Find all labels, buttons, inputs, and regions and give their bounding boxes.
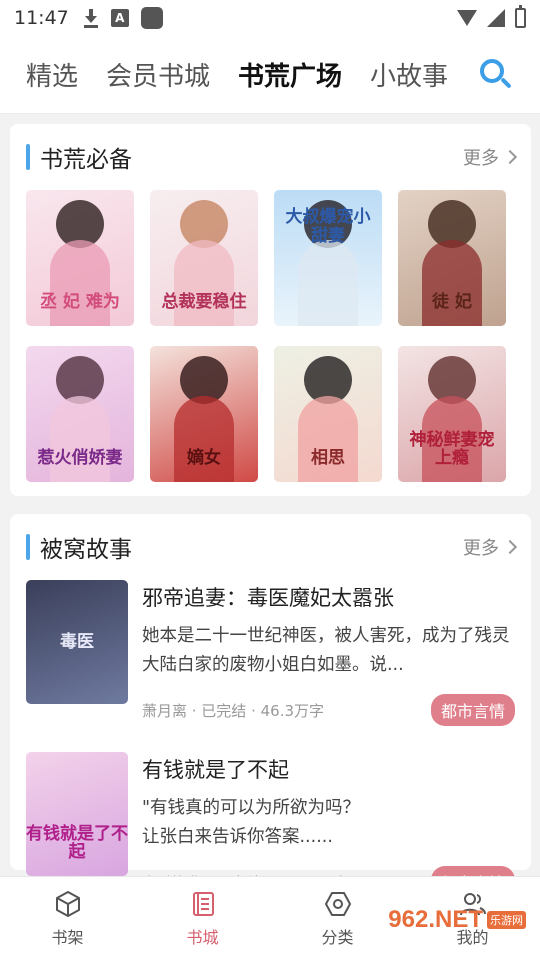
book-cover[interactable]: 大叔爆宠小甜妻 <box>274 190 382 326</box>
chevron-right-icon <box>502 539 518 555</box>
more-button[interactable]: 更多 <box>463 144 518 170</box>
tab-featured[interactable]: 精选 <box>26 56 78 93</box>
genre-tag[interactable]: 都市言情 <box>430 694 515 726</box>
cube-icon <box>55 890 80 917</box>
tab-short-stories[interactable]: 小故事 <box>370 56 448 93</box>
top-tab-bar: 精选 会员书城 书荒广场 小故事 <box>0 36 540 114</box>
cover-title: 惹火俏娇妻 <box>37 448 123 469</box>
book-cover[interactable]: 毒医 <box>26 580 128 704</box>
cover-title: 嫡女 <box>187 448 221 469</box>
a-icon: A <box>110 9 129 27</box>
chevron-right-icon <box>502 149 518 165</box>
cover-title: 毒医 <box>60 631 94 652</box>
book-cover[interactable]: 丞 妃 难为 <box>26 190 134 326</box>
cover-title: 丞 妃 难为 <box>40 292 120 313</box>
title-marker <box>26 144 30 170</box>
book-cover[interactable]: 惹火俏娇妻 <box>26 346 134 482</box>
search-icon[interactable] <box>478 57 514 93</box>
download-icon <box>83 8 99 28</box>
cover-title: 神秘鲜妻宠上瘾 <box>409 429 495 469</box>
wifi-icon <box>457 10 477 26</box>
cover-title: 有钱就是了不起 <box>26 823 128 863</box>
list-item[interactable]: 毒医 邪帝追妻：毒医魔妃太嚣张 她本是二十一世纪神医，被人害死，成为了残灵大陆白… <box>10 580 531 726</box>
book-title: 有钱就是了不起 <box>142 758 289 782</box>
tab-member-store[interactable]: 会员书城 <box>106 56 210 93</box>
book-cover[interactable]: 神秘鲜妻宠上瘾 <box>398 346 506 482</box>
nav-bookshelf[interactable]: 书架 <box>0 877 135 960</box>
battery-icon <box>515 5 526 28</box>
more-button[interactable]: 更多 <box>463 534 518 560</box>
cover-title: 总裁要稳住 <box>161 292 247 313</box>
book-cover[interactable]: 徒 妃 <box>398 190 506 326</box>
book-description: 她本是二十一世纪神医，被人害死，成为了残灵大陆白家的废物小姐白如墨。说... <box>142 626 510 675</box>
title-marker <box>26 534 30 560</box>
book-cover[interactable]: 相思 <box>274 346 382 482</box>
status-time: 11:47 <box>14 7 69 29</box>
nav-label: 分类 <box>321 927 354 947</box>
site-watermark: 962.NET 乐游网 <box>388 906 526 934</box>
book-list-icon <box>192 891 214 916</box>
nav-category[interactable]: 分类 <box>270 877 405 960</box>
cover-title: 相思 <box>311 448 345 469</box>
watermark-sub: 乐游网 <box>487 911 526 929</box>
square-app-icon <box>140 7 163 29</box>
section-title: 被窝故事 <box>40 537 132 563</box>
book-title: 邪帝追妻：毒医魔妃太嚣张 <box>142 586 394 610</box>
nav-label: 书城 <box>186 927 219 947</box>
more-label: 更多 <box>463 538 499 559</box>
more-label: 更多 <box>463 148 499 169</box>
book-description: "有钱真的可以为所欲为吗？ 让张白来告诉你答案...... <box>142 798 361 847</box>
section-stories: 被窝故事 更多 毒医 邪帝追妻：毒医魔妃太嚣张 她本是二十一世纪神医，被人害死，… <box>10 514 531 898</box>
section-title: 书荒必备 <box>40 147 132 173</box>
book-meta: 萧月离 · 已完结 · 46.3万字 <box>142 701 325 720</box>
nav-bookstore[interactable]: 书城 <box>135 877 270 960</box>
hexagon-icon <box>324 891 351 916</box>
section-essentials: 书荒必备 更多 丞 妃 难为 总裁要稳住 大叔爆宠小甜妻 徒 妃 惹火俏娇妻 嫡… <box>10 124 531 496</box>
tab-book-square[interactable]: 书荒广场 <box>238 56 342 93</box>
watermark-text: 962.NET <box>388 906 483 933</box>
nav-label: 书架 <box>51 927 84 947</box>
book-cover[interactable]: 有钱就是了不起 <box>26 752 128 876</box>
book-cover[interactable]: 嫡女 <box>150 346 258 482</box>
cover-title: 徒 妃 <box>432 292 472 313</box>
signal-icon <box>487 9 505 27</box>
status-bar: 11:47 A <box>0 0 540 36</box>
book-cover[interactable]: 总裁要稳住 <box>150 190 258 326</box>
cover-title: 大叔爆宠小甜妻 <box>285 207 371 246</box>
